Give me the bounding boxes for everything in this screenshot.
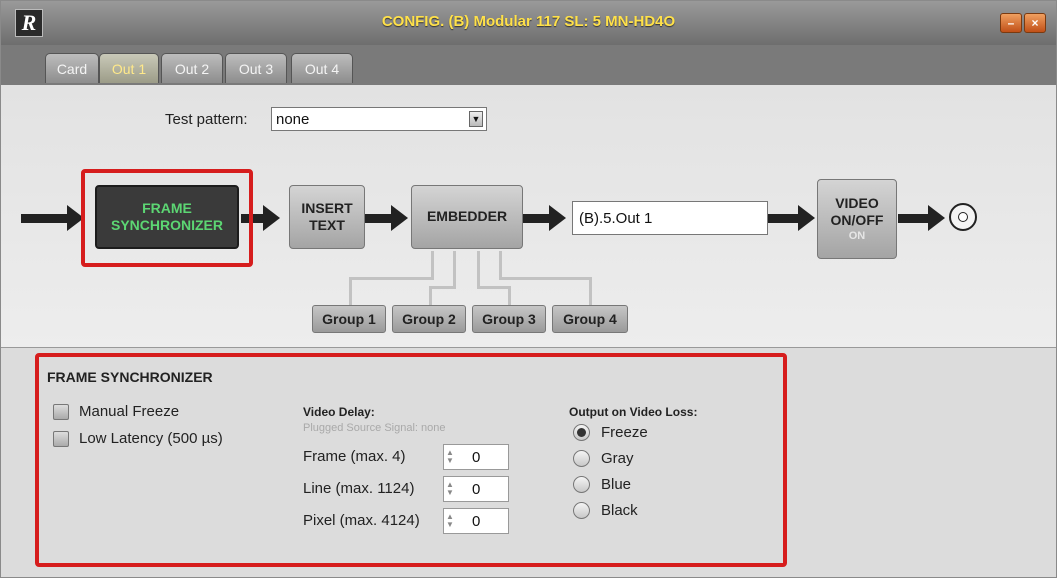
tab-card[interactable]: Card [45,53,99,83]
chevron-down-icon[interactable]: ▼ [469,111,483,127]
video-loss-heading: Output on Video Loss: [569,405,698,419]
stepper-arrows-icon[interactable]: ▲ ▼ [446,513,454,529]
test-pattern-select[interactable]: none ▼ [271,107,487,131]
video-onoff-line-2: ON/OFF [830,212,884,229]
arrow-right-icon [263,205,280,231]
video-onoff-block[interactable]: VIDEO ON/OFF ON [817,179,897,259]
pixel-delay-label: Pixel (max. 4124) [303,512,420,529]
section-title: FRAME SYNCHRONIZER [47,369,213,385]
low-latency-label: Low Latency (500 µs) [79,430,223,447]
title-bar[interactable]: R CONFIG. (B) Modular 117 SL: 5 MN-HD4O … [1,1,1056,45]
connector [431,251,434,280]
connector [477,251,480,289]
video-onoff-line-1: VIDEO [835,194,879,211]
arrow-shaft [365,214,391,223]
tab-out-1[interactable]: Out 1 [99,53,159,83]
arrow-right-icon [798,205,815,231]
connector [589,277,592,305]
window-buttons: – × [1000,13,1046,33]
test-pattern-value: none [276,111,310,128]
bnc-center [958,212,968,222]
black-radio[interactable] [573,502,590,519]
freeze-label: Freeze [601,424,648,441]
line-delay-stepper[interactable]: ▲ ▼ 0 [443,476,509,502]
blue-radio[interactable] [573,476,590,493]
arrow-shaft [898,214,928,223]
frame-sync-line-2: SYNCHRONIZER [110,217,223,233]
pixel-delay-stepper[interactable]: ▲ ▼ 0 [443,508,509,534]
manual-freeze-label: Manual Freeze [79,403,180,420]
minimize-icon[interactable]: – [1000,13,1022,33]
video-onoff-status: ON [848,229,866,242]
embedder-label: EMBEDDER [426,208,508,225]
connector [499,277,592,280]
tab-out-4[interactable]: Out 4 [291,53,353,83]
input-arrow-shaft [21,214,69,223]
arrow-shaft [768,214,798,223]
pixel-delay-value: 0 [472,513,481,530]
low-latency-checkbox[interactable] [53,431,69,447]
group-4-button[interactable]: Group 4 [552,305,628,333]
window-title: CONFIG. (B) Modular 117 SL: 5 MN-HD4O [381,13,676,30]
insert-text-line-2: TEXT [309,217,345,233]
line-delay-label: Line (max. 1124) [303,480,415,497]
connector [349,277,431,280]
output-name-field[interactable]: (B).5.Out 1 [572,201,768,235]
stepper-arrows-icon[interactable]: ▲ ▼ [446,481,454,497]
embedder-block[interactable]: EMBEDDER [411,185,523,249]
frame-delay-value: 0 [472,449,481,466]
settings-highlight [35,353,787,567]
arrow-shaft [523,214,551,223]
frame-delay-stepper[interactable]: ▲ ▼ 0 [443,444,509,470]
black-label: Black [601,502,638,519]
insert-text-line-1: INSERT [301,199,353,216]
tab-out-2[interactable]: Out 2 [161,53,223,83]
connector [349,277,352,305]
gray-label: Gray [601,450,634,467]
connector [499,251,502,280]
test-pattern-label: Test pattern: [165,111,248,128]
stepper-arrows-icon[interactable]: ▲ ▼ [446,449,454,465]
arrow-right-icon [549,205,566,231]
frame-sync-line-1: FRAME [142,199,192,216]
blue-label: Blue [601,476,632,493]
gray-radio[interactable] [573,450,590,467]
connector [477,286,511,289]
line-delay-value: 0 [472,481,481,498]
frame-synchronizer-block[interactable]: FRAME SYNCHRONIZER [95,185,239,249]
freeze-radio[interactable] [573,424,590,441]
group-2-button[interactable]: Group 2 [392,305,466,333]
connector [453,251,456,289]
insert-text-block[interactable]: INSERT TEXT [289,185,365,249]
frame-delay-label: Frame (max. 4) [303,448,406,465]
group-3-button[interactable]: Group 3 [472,305,546,333]
group-1-button[interactable]: Group 1 [312,305,386,333]
manual-freeze-checkbox[interactable] [53,404,69,420]
tab-strip: Card Out 1 Out 2 Out 3 Out 4 [1,45,1056,85]
arrow-right-icon [928,205,945,231]
arrow-right-icon [391,205,408,231]
tab-out-3[interactable]: Out 3 [225,53,287,83]
close-icon[interactable]: × [1024,13,1046,33]
connector [429,286,455,289]
video-delay-heading: Video Delay: [303,405,375,419]
plugged-source-note: Plugged Source Signal: none [303,422,446,434]
config-window: R CONFIG. (B) Modular 117 SL: 5 MN-HD4O … [0,0,1057,578]
bnc-output-icon [949,203,977,231]
